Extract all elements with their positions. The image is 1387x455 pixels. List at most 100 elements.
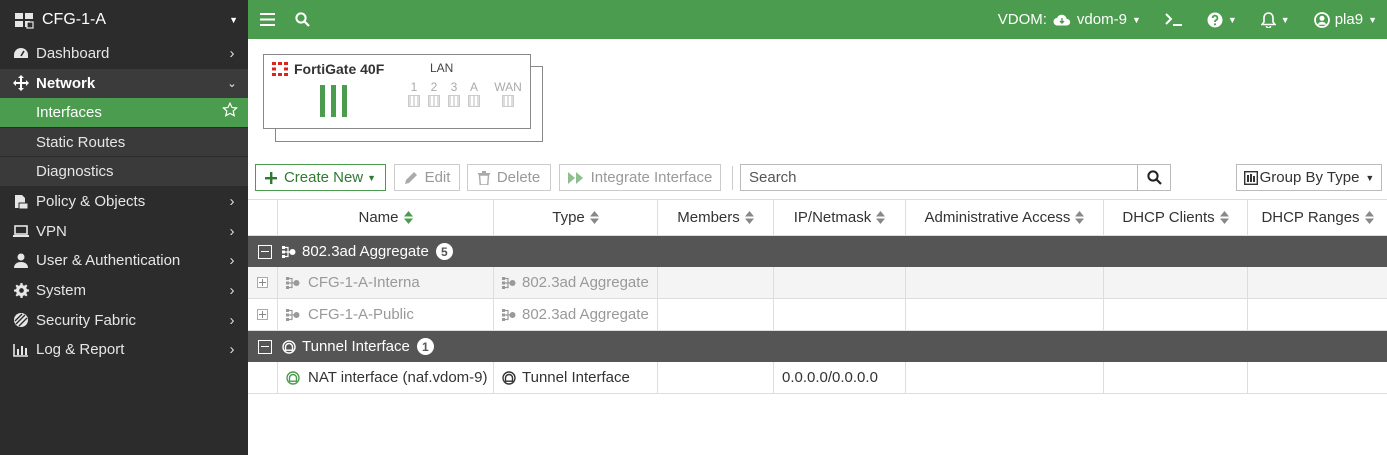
port-3[interactable]: 3 — [444, 79, 464, 107]
tunnel-icon — [282, 339, 296, 354]
table-header: Name Type Members IP/Netmask Administrat… — [248, 199, 1387, 236]
vpn-icon — [12, 224, 30, 238]
cloud-icon — [1053, 13, 1071, 26]
sidebar-item-vpn[interactable]: VPN › — [0, 217, 248, 247]
group-label: Tunnel Interface — [302, 338, 410, 355]
table-row[interactable]: CFG-1-A-Interna 802.3ad Aggregate — [248, 267, 1387, 299]
network-icon — [12, 75, 30, 92]
sidebar-header[interactable]: CFG-1-A ▼ — [0, 0, 248, 39]
fortigate-device-icon — [14, 11, 34, 29]
hamburger-menu-icon[interactable] — [260, 13, 275, 26]
fast-forward-icon — [567, 171, 584, 184]
caret-down-icon: ▼ — [1368, 14, 1377, 25]
tunnel-icon — [502, 370, 516, 385]
table-row[interactable]: CFG-1-A-Public 802.3ad Aggregate — [248, 299, 1387, 331]
interface-type: 802.3ad Aggregate — [522, 274, 649, 291]
cli-console-button[interactable] — [1165, 13, 1183, 26]
expand-icon[interactable] — [257, 309, 268, 320]
header-dhcp-ranges[interactable]: DHCP Ranges — [1248, 200, 1387, 235]
user-name: pla9 — [1334, 11, 1364, 28]
toolbar-divider — [732, 166, 733, 190]
ethernet-port-icon — [448, 95, 460, 107]
search-button[interactable] — [1137, 164, 1171, 191]
expand-icon[interactable] — [257, 277, 268, 288]
device-status-bars — [320, 85, 347, 117]
chevron-down-icon: ▼ — [229, 14, 238, 25]
user-circle-icon — [1313, 11, 1330, 28]
port-1[interactable]: 1 — [404, 79, 424, 107]
device-name: CFG-1-A — [42, 10, 106, 28]
group-by-type-button[interactable]: Group By Type ▼ — [1236, 164, 1382, 191]
collapse-icon[interactable] — [258, 244, 272, 259]
header-name[interactable]: Name — [278, 200, 494, 235]
chevron-right-icon: › — [229, 193, 235, 211]
caret-down-icon: ▼ — [1365, 172, 1375, 183]
sort-icon — [589, 211, 599, 224]
delete-button[interactable]: Delete — [467, 164, 551, 191]
tunnel-icon — [286, 370, 300, 385]
search-icon[interactable] — [295, 12, 310, 27]
user-menu[interactable]: pla9 ▼ — [1313, 11, 1377, 28]
collapse-icon[interactable] — [258, 339, 272, 354]
sidebar-item-static-routes[interactable]: Static Routes — [0, 127, 248, 158]
group-label: 802.3ad Aggregate — [302, 243, 429, 260]
group-count-badge: 1 — [416, 338, 434, 355]
caret-down-icon: ▼ — [1227, 14, 1237, 25]
sidebar-item-diagnostics[interactable]: Diagnostics — [0, 157, 248, 187]
interface-type: 802.3ad Aggregate — [522, 306, 649, 323]
sidebar: CFG-1-A ▼ Dashboard › Network ⌄ Interfac… — [0, 0, 248, 455]
chevron-right-icon: › — [229, 45, 235, 63]
fabric-icon — [12, 312, 30, 328]
header-type[interactable]: Type — [494, 200, 658, 235]
port-a[interactable]: A — [464, 79, 484, 107]
dashboard-icon — [12, 47, 30, 61]
header-ip-netmask[interactable]: IP/Netmask — [774, 200, 906, 235]
header-administrative-access[interactable]: Administrative Access — [906, 200, 1104, 235]
interface-type: Tunnel Interface — [522, 369, 630, 386]
sidebar-item-dashboard[interactable]: Dashboard › — [0, 39, 248, 69]
chevron-right-icon: › — [229, 252, 235, 270]
ethernet-port-icon — [408, 95, 420, 107]
fortinet-logo-icon — [272, 62, 288, 76]
sidebar-item-user-authentication[interactable]: User & Authentication › — [0, 246, 248, 276]
toolbar: Create New ▼ Edit Delete Integrate Inter… — [255, 164, 1383, 191]
interfaces-table: Name Type Members IP/Netmask Administrat… — [248, 199, 1387, 394]
group-row-tunnel[interactable]: Tunnel Interface 1 — [248, 331, 1387, 362]
interface-name: NAT interface (naf.vdom-9) — [308, 369, 488, 386]
chevron-right-icon: › — [229, 341, 235, 359]
search-icon — [1146, 170, 1162, 185]
sort-icon — [744, 211, 754, 224]
device-faceplate: FortiGate 40F LAN 1 2 3 A WAN — [263, 54, 531, 129]
help-button[interactable]: ▼ — [1207, 12, 1237, 28]
bell-icon — [1260, 11, 1276, 28]
sort-icon — [1075, 211, 1085, 224]
question-circle-icon — [1207, 12, 1223, 28]
notifications-button[interactable]: ▼ — [1260, 11, 1290, 28]
create-new-button[interactable]: Create New ▼ — [255, 164, 386, 191]
search-input[interactable] — [740, 164, 1138, 191]
interface-name: CFG-1-A-Public — [308, 306, 414, 323]
sidebar-item-system[interactable]: System › — [0, 276, 248, 306]
port-2[interactable]: 2 — [424, 79, 444, 107]
sidebar-item-security-fabric[interactable]: Security Fabric › — [0, 305, 248, 335]
sidebar-item-policy-objects[interactable]: Policy & Objects › — [0, 187, 248, 217]
policy-icon — [12, 194, 30, 210]
star-icon[interactable] — [222, 102, 238, 122]
chevron-down-icon: ⌄ — [227, 77, 237, 90]
group-by-icon — [1243, 170, 1258, 185]
vdom-selector[interactable]: VDOM: vdom-9 ▼ — [998, 11, 1141, 28]
sidebar-item-log-report[interactable]: Log & Report › — [0, 335, 248, 365]
header-dhcp-clients[interactable]: DHCP Clients — [1104, 200, 1248, 235]
group-row-aggregate[interactable]: 802.3ad Aggregate 5 — [248, 236, 1387, 267]
group-count-badge: 5 — [435, 243, 453, 260]
sidebar-item-interfaces[interactable]: Interfaces — [0, 98, 248, 128]
table-row[interactable]: NAT interface (naf.vdom-9) Tunnel Interf… — [248, 362, 1387, 394]
port-wan[interactable]: WAN — [492, 79, 524, 107]
caret-down-icon: ▼ — [367, 172, 377, 183]
sidebar-item-network[interactable]: Network ⌄ — [0, 68, 248, 99]
header-members[interactable]: Members — [658, 200, 774, 235]
plus-icon — [264, 171, 277, 184]
edit-button[interactable]: Edit — [394, 164, 460, 191]
ip-netmask-cell: 0.0.0.0/0.0.0.0 — [774, 362, 906, 393]
integrate-interface-button[interactable]: Integrate Interface — [559, 164, 721, 191]
